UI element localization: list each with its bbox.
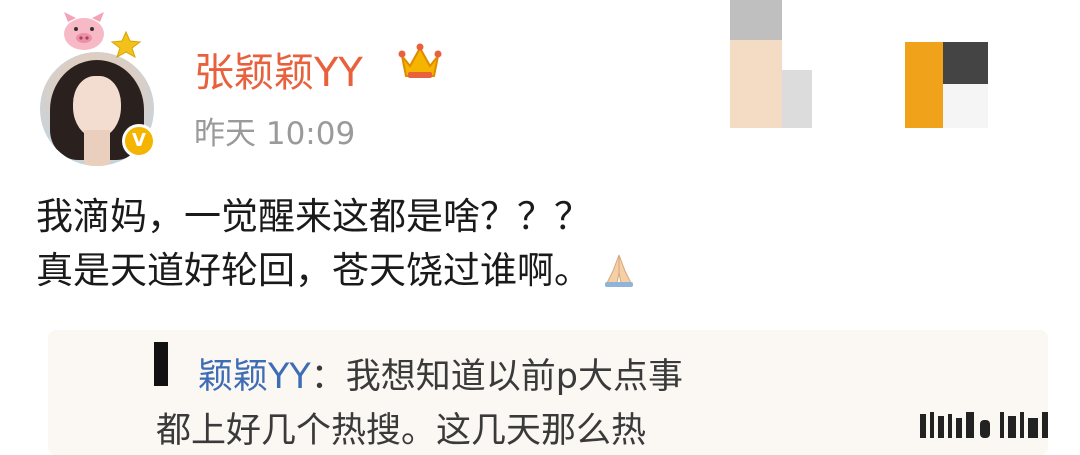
quote-text-line1: ：我想知道以前p大点事 xyxy=(310,357,683,397)
obscured-image-fragment xyxy=(730,0,988,128)
post-timestamp: 昨天 10:09 xyxy=(194,116,356,152)
quote-text-line2: 都上好几个热搜。这几天那么热 xyxy=(156,411,647,451)
verified-badge: V xyxy=(122,124,156,158)
pray-icon xyxy=(605,254,633,287)
glitch-mark xyxy=(154,342,168,386)
post-body-line2-text: 真是天道好轮回，苍天饶过谁啊。 xyxy=(36,249,591,292)
post-body-line1: 我滴妈，一觉醒来这都是啥？？？ xyxy=(36,195,591,238)
avatar-container[interactable]: V xyxy=(38,12,158,166)
username[interactable]: 张颖颖YY xyxy=(194,40,363,98)
quoted-comment[interactable]: 颖颖YY：我想知道以前p大点事 都上好几个热搜。这几天那么热 xyxy=(48,330,1048,455)
avatar-face xyxy=(73,76,121,138)
post-body: 我滴妈，一觉醒来这都是啥？？？ 真是天道好轮回，苍天饶过谁啊。 xyxy=(36,190,639,298)
star-icon xyxy=(110,30,142,58)
pig-icon xyxy=(64,12,104,50)
post-body-line2: 真是天道好轮回，苍天饶过谁啊。 xyxy=(36,244,639,298)
glitch-icon xyxy=(920,412,1048,438)
quote-line1: 颖颖YY：我想知道以前p大点事 xyxy=(198,348,683,399)
quote-username[interactable]: 颖颖YY xyxy=(198,357,311,397)
crown-icon xyxy=(398,43,442,78)
avatar-neck xyxy=(84,130,110,166)
